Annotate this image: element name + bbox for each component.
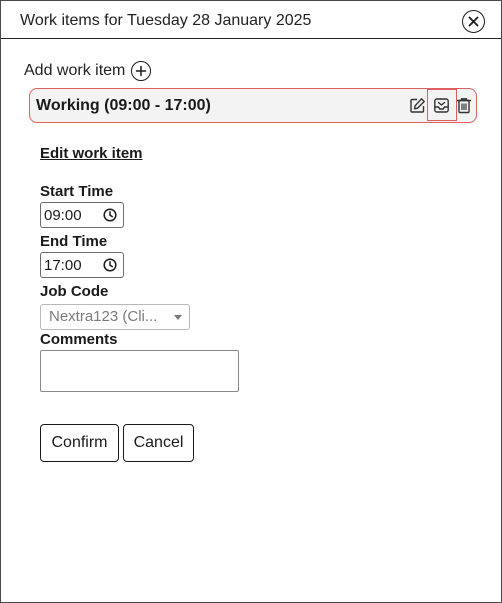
cancel-button[interactable]: Cancel [123, 424, 194, 462]
start-time-input[interactable]: 09:00 [40, 202, 124, 228]
work-item-row[interactable]: Working (09:00 - 17:00) [29, 88, 477, 123]
job-code-selected: Nextra123 (Cli... [49, 308, 158, 325]
confirm-button[interactable]: Confirm [40, 424, 119, 462]
plus-circle-icon[interactable] [131, 61, 152, 81]
edit-work-item-heading[interactable]: Edit work item [40, 145, 143, 162]
edit-icon[interactable] [408, 96, 426, 114]
comments-label: Comments [40, 331, 118, 348]
add-work-item-label: Add work item [24, 62, 126, 79]
end-time-value: 17:00 [44, 256, 82, 274]
trash-icon[interactable] [455, 96, 473, 114]
close-button[interactable] [462, 10, 485, 33]
end-time-label: End Time [40, 233, 108, 250]
dialog-header: Work items for Tuesday 28 January 2025 [1, 1, 501, 39]
clock-icon[interactable] [102, 257, 118, 273]
chevron-down-icon [174, 315, 182, 320]
job-code-select[interactable]: Nextra123 (Cli... [40, 304, 190, 330]
submit-inbox-icon[interactable] [432, 96, 450, 114]
work-item-label: Working (09:00 - 17:00) [36, 97, 211, 114]
start-time-label: Start Time [40, 183, 114, 200]
work-items-dialog: Work items for Tuesday 28 January 2025 A… [0, 0, 502, 603]
clock-icon[interactable] [102, 207, 118, 223]
dialog-title: Work items for Tuesday 28 January 2025 [20, 12, 312, 29]
comments-textarea[interactable] [40, 350, 239, 392]
close-icon [468, 16, 479, 27]
start-time-value: 09:00 [44, 206, 82, 224]
end-time-input[interactable]: 17:00 [40, 252, 124, 278]
add-work-item-button[interactable]: Add work item [24, 61, 152, 81]
job-code-label: Job Code [40, 283, 109, 300]
